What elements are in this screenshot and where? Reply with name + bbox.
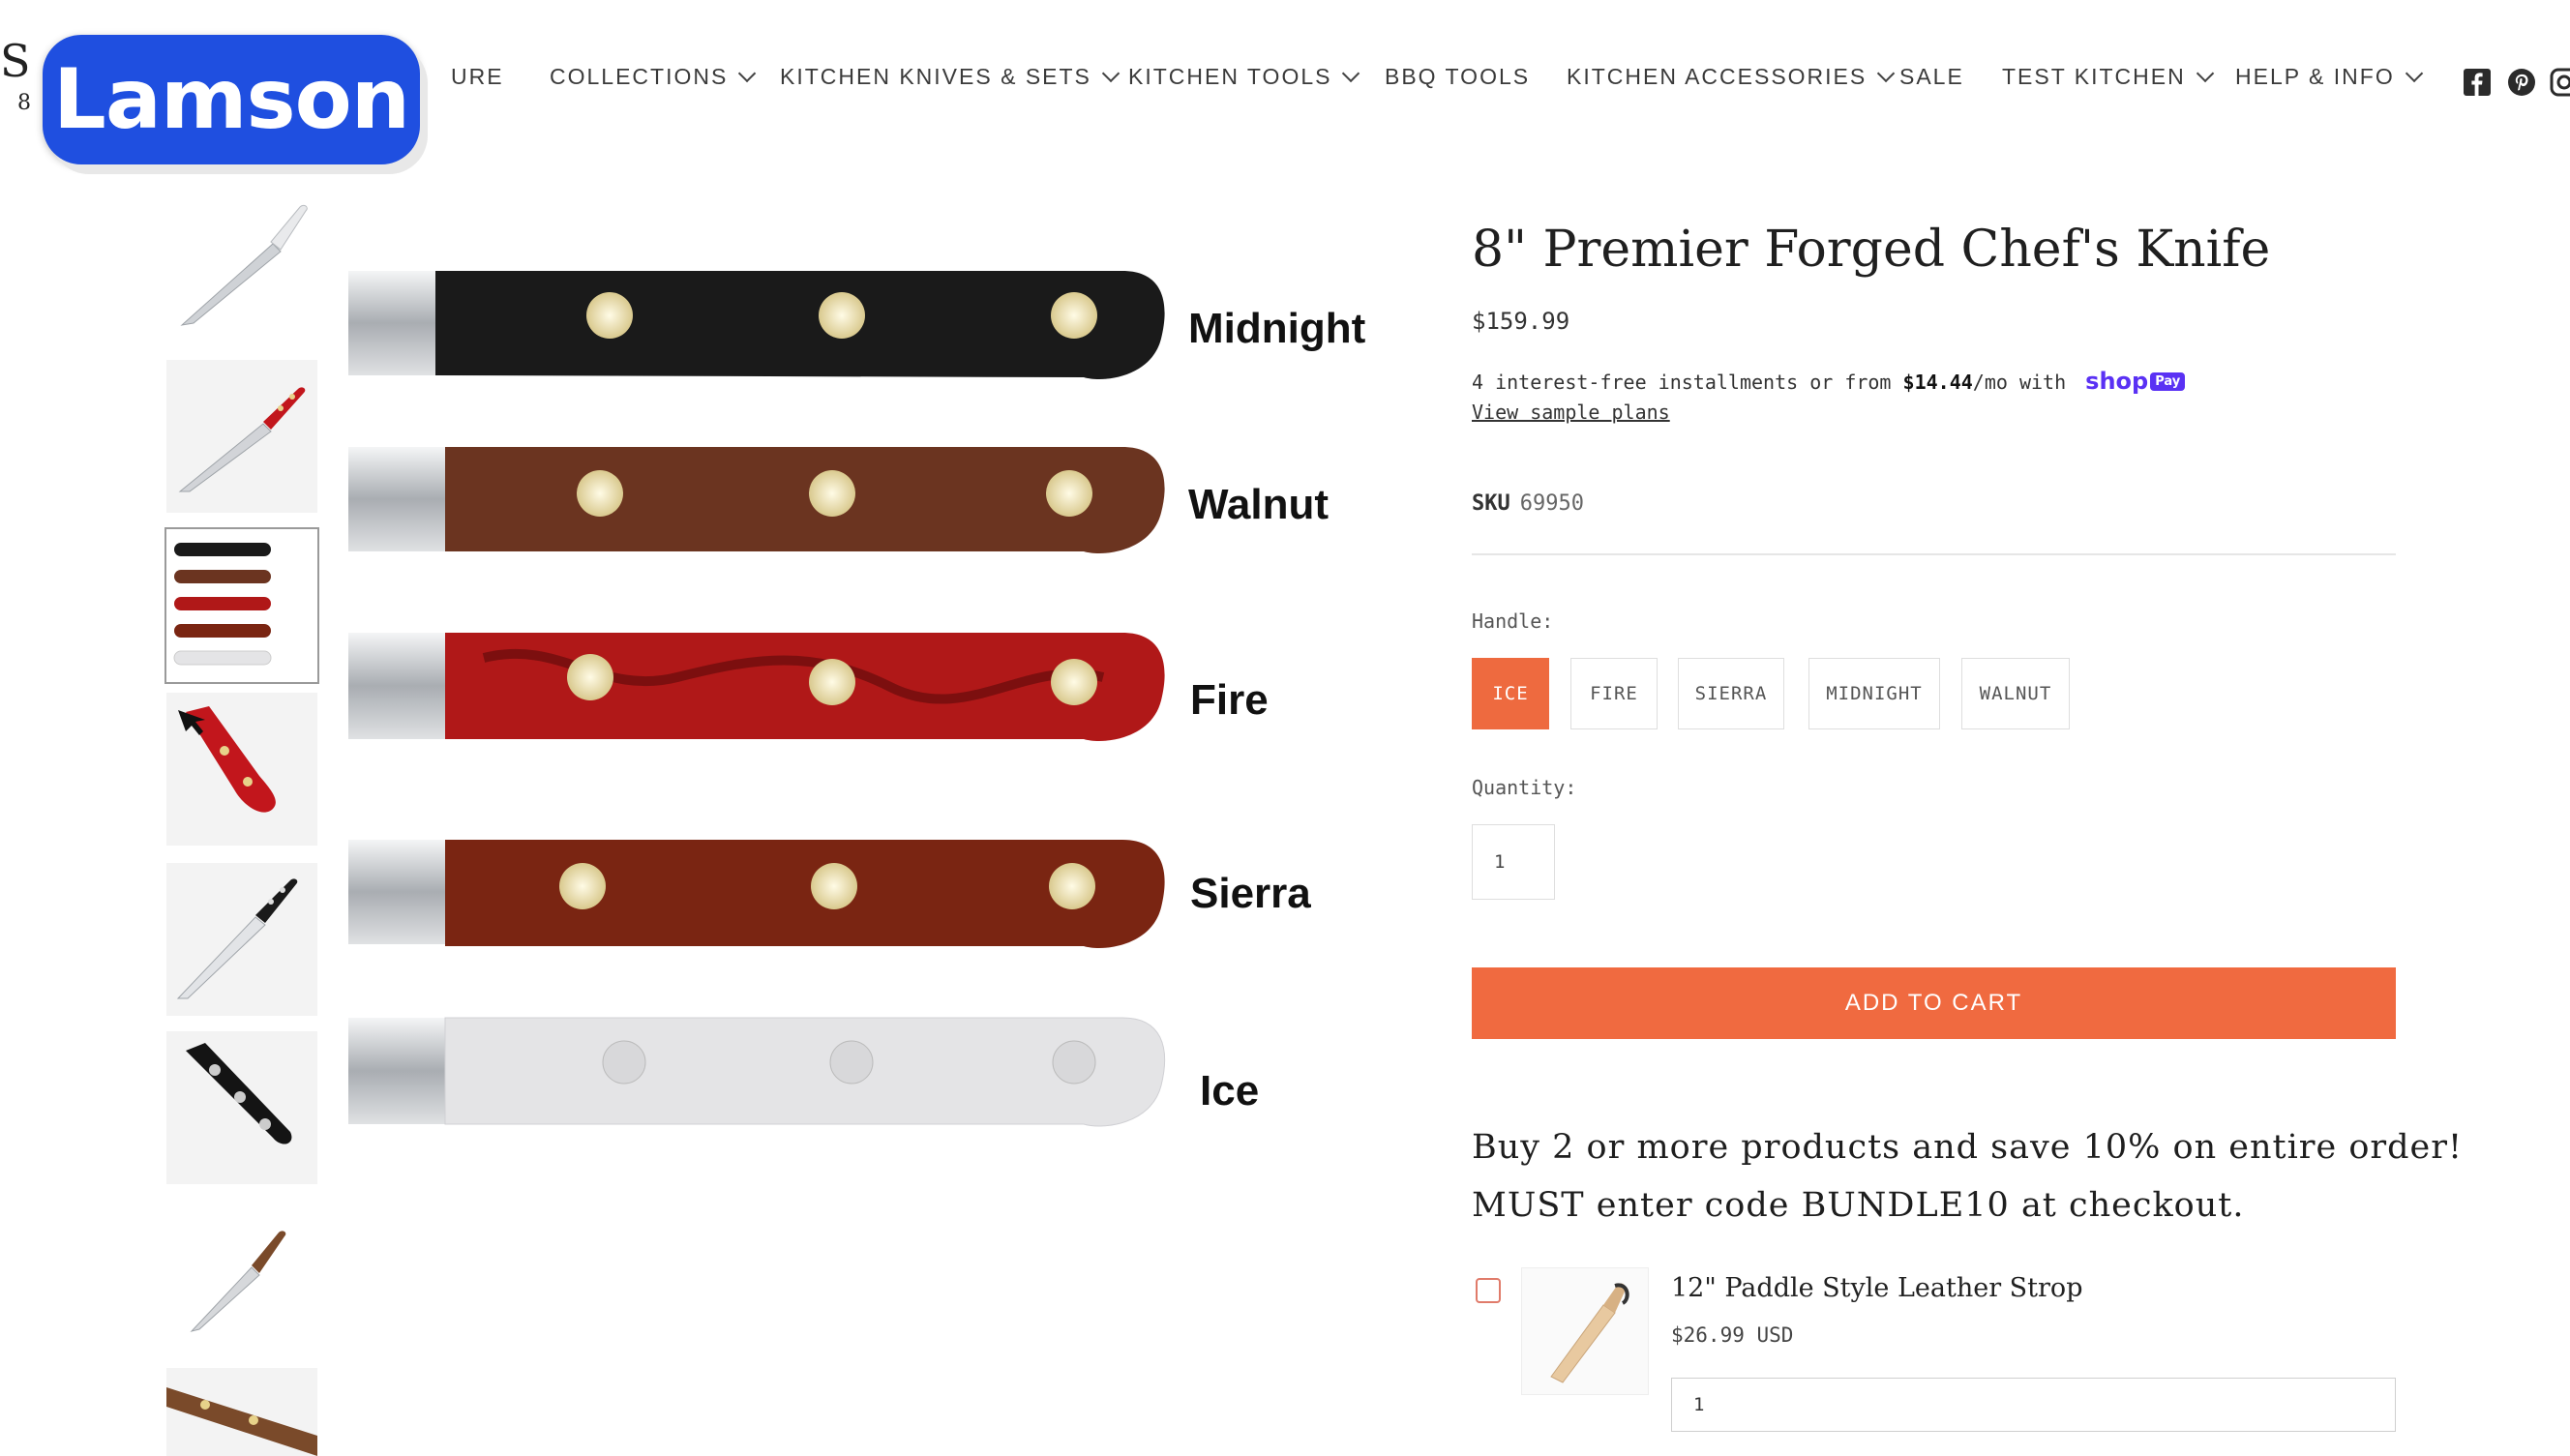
promo-line-1: Buy 2 or more products and save 10% on e… <box>1472 1128 2464 1167</box>
instagram-icon[interactable] <box>2550 68 2570 97</box>
handle-ice-image <box>348 1017 1166 1127</box>
quantity-label: Quantity: <box>1472 776 1577 799</box>
product-price: $159.99 <box>1472 308 1570 335</box>
logo-sub: 8 <box>17 91 31 115</box>
shop-pay-badge: Pay <box>2150 371 2186 391</box>
installments-text: 4 interest-free installments or from $14… <box>1472 368 2186 395</box>
nav-item-kitchen-knives[interactable]: KITCHEN KNIVES & SETS <box>780 64 1121 90</box>
brand-badge-text: Lamson <box>53 51 410 148</box>
upsell-product-image <box>1521 1267 1649 1395</box>
handle-midnight-image <box>348 271 1165 379</box>
upsell-checkbox[interactable] <box>1476 1278 1501 1303</box>
nav-item-help-info[interactable]: HELP & INFO <box>2235 64 2423 90</box>
handle-sierra-image <box>348 840 1165 948</box>
chevron-down-icon <box>1877 64 1896 83</box>
thumbnail-chef-knife-black[interactable] <box>166 863 317 1016</box>
nav-item-test-kitchen[interactable]: TEST KITCHEN <box>2002 64 2214 90</box>
chevron-down-icon <box>1342 64 1360 83</box>
nav-item-collections[interactable]: COLLECTIONS <box>550 64 757 90</box>
label-sierra: Sierra <box>1190 870 1311 917</box>
view-sample-plans-link[interactable]: View sample plans <box>1472 401 1670 424</box>
thumbnail-handle-color-chart[interactable] <box>164 527 319 684</box>
promo-line-2: MUST enter code BUNDLE10 at checkout. <box>1472 1186 2245 1225</box>
thumbnail-paring-knife[interactable] <box>166 1200 317 1352</box>
handle-option-walnut[interactable]: WALNUT <box>1961 658 2070 729</box>
pinterest-icon[interactable] <box>2507 68 2536 97</box>
handle-walnut-image <box>348 447 1165 553</box>
thumbnail-red-handle-closeup[interactable] <box>166 693 317 846</box>
shop-pay-text: shop <box>2085 368 2149 395</box>
thumbnail-chef-knife-silver[interactable] <box>166 193 317 346</box>
sku: SKU 69950 <box>1472 491 1584 516</box>
chevron-down-icon <box>2405 64 2423 83</box>
installments-amount: $14.44 <box>1902 371 1973 394</box>
sku-value: 69950 <box>1519 491 1584 516</box>
installments-prefix: 4 interest-free installments or from <box>1472 371 1892 394</box>
nav-item-bbq-tools[interactable]: BBQ TOOLS <box>1385 64 1530 90</box>
upsell-quantity-input[interactable]: 1 <box>1671 1378 2396 1432</box>
thumbnail-walnut-handle-knife[interactable] <box>166 1368 317 1456</box>
sku-label: SKU <box>1472 491 1510 516</box>
label-fire: Fire <box>1190 676 1269 724</box>
logo-fragment: S <box>0 35 31 87</box>
upsell-product-name[interactable]: 12" Paddle Style Leather Strop <box>1671 1273 2082 1303</box>
nav-item-kitchen-accessories[interactable]: KITCHEN ACCESSORIES <box>1567 64 1896 90</box>
nav-item-sale[interactable]: SALE <box>1899 64 1964 90</box>
handle-fire-image <box>348 633 1165 741</box>
nav-item-furniture[interactable]: URE <box>451 64 504 90</box>
quantity-input[interactable]: 1 <box>1472 824 1555 900</box>
product-main-image: Midnight Walnut Fire Sierra Ice <box>348 193 1393 1209</box>
installments-suffix: /mo with <box>1972 371 2067 394</box>
brand-badge: Lamson <box>43 35 420 164</box>
thumbnail-black-handle-closeup[interactable] <box>166 1031 317 1184</box>
label-walnut: Walnut <box>1188 481 1329 528</box>
label-midnight: Midnight <box>1188 305 1366 352</box>
shop-pay-logo: shop Pay <box>2085 368 2186 395</box>
thumbnail-chef-knife-red[interactable] <box>166 360 317 513</box>
chevron-down-icon <box>2196 64 2214 83</box>
upsell-product-price: $26.99 USD <box>1671 1323 1794 1347</box>
chevron-down-icon <box>738 64 757 83</box>
facebook-icon[interactable] <box>2463 68 2492 97</box>
product-title: 8" Premier Forged Chef's Knife <box>1472 221 2271 279</box>
handle-label: Handle: <box>1472 609 1554 633</box>
handle-option-midnight[interactable]: MIDNIGHT <box>1808 658 1940 729</box>
nav-item-kitchen-tools[interactable]: KITCHEN TOOLS <box>1128 64 1360 90</box>
add-to-cart-button[interactable]: ADD TO CART <box>1472 967 2396 1039</box>
handle-option-ice[interactable]: ICE <box>1472 658 1549 729</box>
divider <box>1472 553 2396 555</box>
chevron-down-icon <box>1101 64 1121 83</box>
label-ice: Ice <box>1200 1067 1259 1114</box>
handle-option-sierra[interactable]: SIERRA <box>1678 658 1784 729</box>
handle-option-fire[interactable]: FIRE <box>1570 658 1658 729</box>
